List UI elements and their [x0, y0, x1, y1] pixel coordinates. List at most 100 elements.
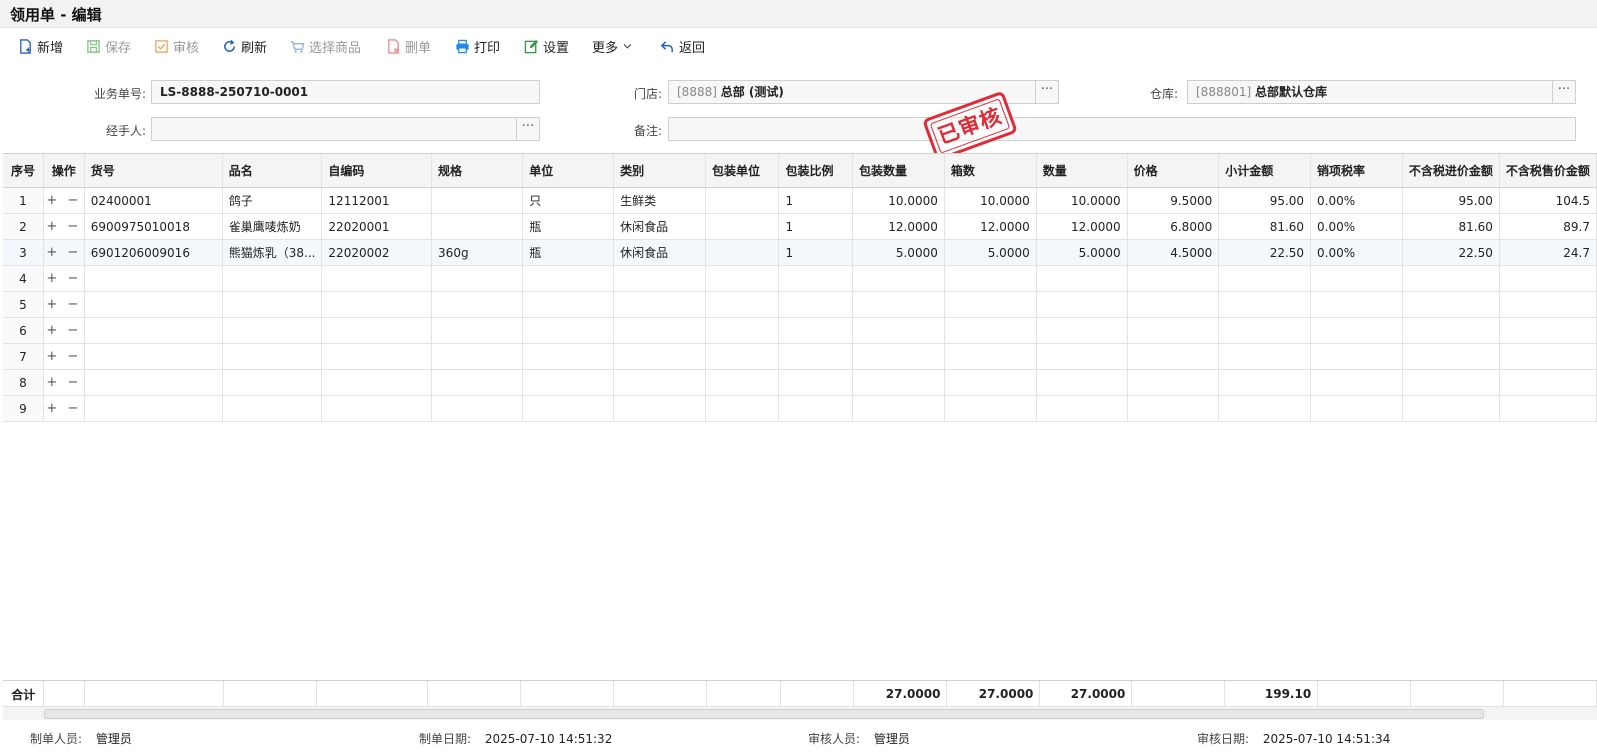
cell-cost-ex-tax[interactable]: 81.60: [1402, 213, 1500, 240]
cell-sale-ex-tax[interactable]: [1499, 265, 1597, 292]
cell-tax-rate[interactable]: 0.00%: [1310, 239, 1403, 266]
cell-unit[interactable]: [522, 317, 615, 344]
cell-name[interactable]: [222, 291, 323, 318]
cell-pack-unit[interactable]: [705, 291, 780, 318]
row-actions[interactable]: + −: [43, 369, 85, 396]
cell-subtotal[interactable]: [1218, 369, 1312, 396]
warehouse-lookup-button[interactable]: ···: [1552, 80, 1576, 104]
cell-price[interactable]: [1127, 343, 1220, 370]
column-header[interactable]: 规格: [431, 154, 524, 188]
cell-qty[interactable]: 12.0000: [1036, 213, 1128, 240]
cell-spec[interactable]: [431, 291, 524, 318]
cell-pack-unit[interactable]: [705, 343, 780, 370]
cell-cost-ex-tax[interactable]: [1402, 395, 1500, 422]
cell-cost-ex-tax[interactable]: 22.50: [1402, 239, 1500, 266]
cell-code[interactable]: 6901206009016: [84, 239, 223, 266]
cell-tax-rate[interactable]: [1310, 317, 1403, 344]
cell-pack-unit[interactable]: [705, 317, 780, 344]
cell-boxes[interactable]: 10.0000: [944, 187, 1037, 214]
cell-pack-unit[interactable]: [705, 213, 780, 240]
cell-boxes[interactable]: [944, 343, 1037, 370]
column-header[interactable]: 不含税售价金额: [1499, 154, 1597, 188]
settings-button[interactable]: 设置: [524, 37, 569, 56]
column-header[interactable]: 序号: [3, 154, 44, 188]
cell-pack-qty[interactable]: 5.0000: [852, 239, 945, 266]
cell-code[interactable]: [84, 291, 223, 318]
cell-unit[interactable]: 瓶: [522, 213, 615, 240]
cell-qty[interactable]: 10.0000: [1036, 187, 1128, 214]
table-row[interactable]: 5 + −: [3, 291, 1597, 318]
cell-subtotal[interactable]: [1218, 395, 1312, 422]
table-row[interactable]: 7 + −: [3, 343, 1597, 370]
cell-cost-ex-tax[interactable]: [1402, 343, 1500, 370]
column-header[interactable]: 包装单位: [705, 154, 780, 188]
back-button[interactable]: 返回: [660, 37, 705, 56]
add-remove-row-icons[interactable]: + −: [46, 401, 81, 416]
cell-pack-qty[interactable]: [852, 317, 945, 344]
cell-price[interactable]: 9.5000: [1127, 187, 1220, 214]
cell-qty[interactable]: [1036, 291, 1128, 318]
cell-subtotal[interactable]: [1218, 317, 1312, 344]
cell-name[interactable]: 鸽子: [222, 187, 323, 214]
cell-unit[interactable]: [522, 265, 615, 292]
cell-unit[interactable]: [522, 369, 615, 396]
print-button[interactable]: 打印: [455, 37, 500, 56]
cell-price[interactable]: 4.5000: [1127, 239, 1220, 266]
cell-tax-rate[interactable]: [1310, 369, 1403, 396]
handler-field[interactable]: [151, 117, 517, 141]
cell-unit[interactable]: 瓶: [522, 239, 615, 266]
cell-boxes[interactable]: [944, 265, 1037, 292]
column-header[interactable]: 包装比例: [778, 154, 853, 188]
cell-pack-qty[interactable]: [852, 291, 945, 318]
column-header[interactable]: 小计金额: [1218, 154, 1312, 188]
cell-pack-ratio[interactable]: [778, 317, 853, 344]
row-actions[interactable]: + −: [43, 291, 85, 318]
add-remove-row-icons[interactable]: + −: [46, 323, 81, 338]
more-menu-button[interactable]: 更多: [592, 37, 633, 56]
cell-category[interactable]: [613, 343, 706, 370]
cell-tax-rate[interactable]: [1310, 291, 1403, 318]
select-goods-button[interactable]: 选择商品: [290, 37, 361, 56]
cell-subtotal[interactable]: [1218, 291, 1312, 318]
cell-price[interactable]: [1127, 317, 1220, 344]
cell-subtotal[interactable]: 95.00: [1218, 187, 1312, 214]
cell-code[interactable]: [84, 343, 223, 370]
cell-self-code[interactable]: 22020002: [321, 239, 433, 266]
column-header[interactable]: 数量: [1036, 154, 1128, 188]
cell-category[interactable]: [613, 395, 706, 422]
save-button[interactable]: 保存: [86, 37, 131, 56]
row-actions[interactable]: + −: [43, 265, 85, 292]
column-header[interactable]: 销项税率: [1310, 154, 1403, 188]
cell-code[interactable]: [84, 369, 223, 396]
column-header[interactable]: 箱数: [944, 154, 1037, 188]
cell-pack-qty[interactable]: [852, 343, 945, 370]
add-remove-row-icons[interactable]: + −: [46, 245, 81, 260]
cell-sale-ex-tax[interactable]: 104.5: [1499, 187, 1597, 214]
cell-self-code[interactable]: [321, 317, 433, 344]
cell-tax-rate[interactable]: 0.00%: [1310, 187, 1403, 214]
cell-boxes[interactable]: [944, 369, 1037, 396]
cell-unit[interactable]: 只: [522, 187, 615, 214]
column-header[interactable]: 单位: [522, 154, 615, 188]
cell-self-code[interactable]: [321, 291, 433, 318]
column-header[interactable]: 操作: [43, 154, 85, 188]
cell-price[interactable]: [1127, 369, 1220, 396]
scrollbar-thumb[interactable]: [44, 709, 1484, 719]
store-lookup-button[interactable]: ···: [1035, 80, 1059, 104]
cell-self-code[interactable]: [321, 265, 433, 292]
cell-boxes[interactable]: 5.0000: [944, 239, 1037, 266]
cell-self-code[interactable]: [321, 395, 433, 422]
audit-button[interactable]: 审核: [154, 37, 199, 56]
cell-pack-ratio[interactable]: 1: [778, 213, 853, 240]
table-row[interactable]: 1 + −02400001 鸽子 12112001 只生鲜类 1 10.0000 10.000…: [3, 187, 1597, 214]
refresh-button[interactable]: 刷新: [222, 37, 267, 56]
table-row[interactable]: 3 + −6901206009016 熊猫炼乳（38... 22020002 360g 瓶…: [3, 239, 1597, 266]
cell-sale-ex-tax[interactable]: 24.7: [1499, 239, 1597, 266]
cell-subtotal[interactable]: 81.60: [1218, 213, 1312, 240]
cell-boxes[interactable]: [944, 317, 1037, 344]
cell-category[interactable]: 生鲜类: [613, 187, 706, 214]
remark-field[interactable]: [668, 117, 1576, 141]
cell-sale-ex-tax[interactable]: [1499, 317, 1597, 344]
cell-spec[interactable]: [431, 187, 524, 214]
cell-pack-unit[interactable]: [705, 239, 780, 266]
